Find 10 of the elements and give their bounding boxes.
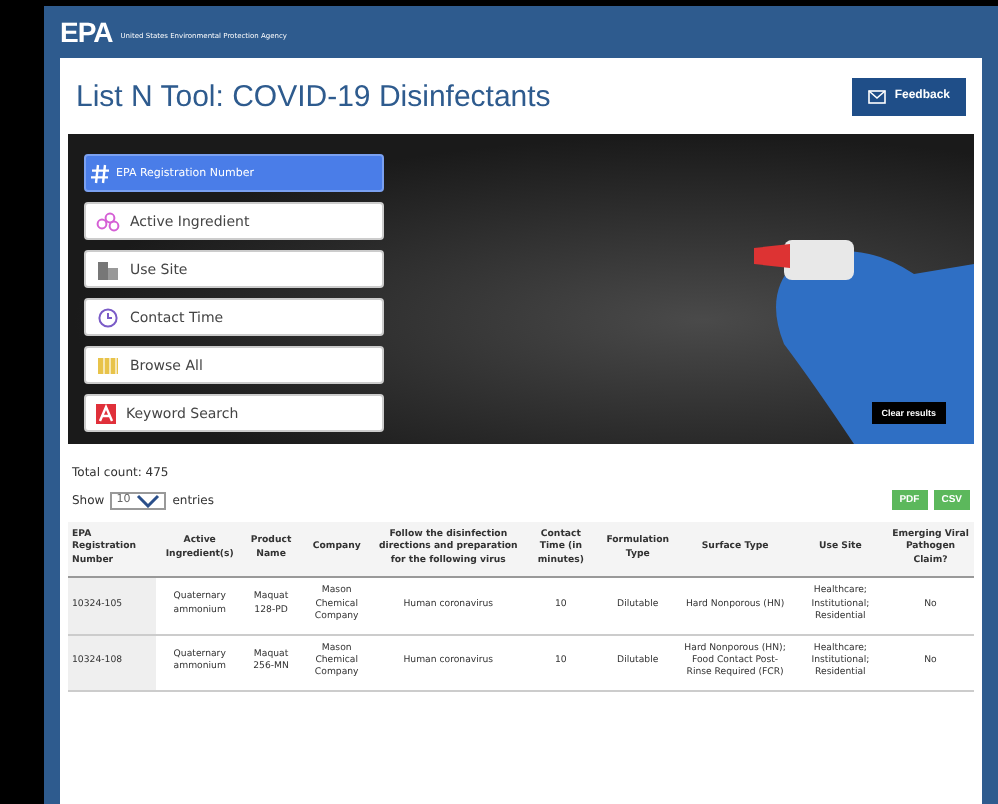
hash-icon xyxy=(90,163,110,183)
building-icon xyxy=(96,259,120,279)
letter-a-icon xyxy=(96,403,116,423)
chevron-down-icon xyxy=(136,493,161,507)
clock-icon xyxy=(96,307,120,327)
molecule-icon xyxy=(96,211,120,231)
page-title: List N Tool: COVID-19 Disinfectants xyxy=(76,79,551,113)
grid-icon xyxy=(96,355,120,375)
envelope-icon xyxy=(868,89,887,103)
epa-logo[interactable]: EPA xyxy=(60,16,113,48)
